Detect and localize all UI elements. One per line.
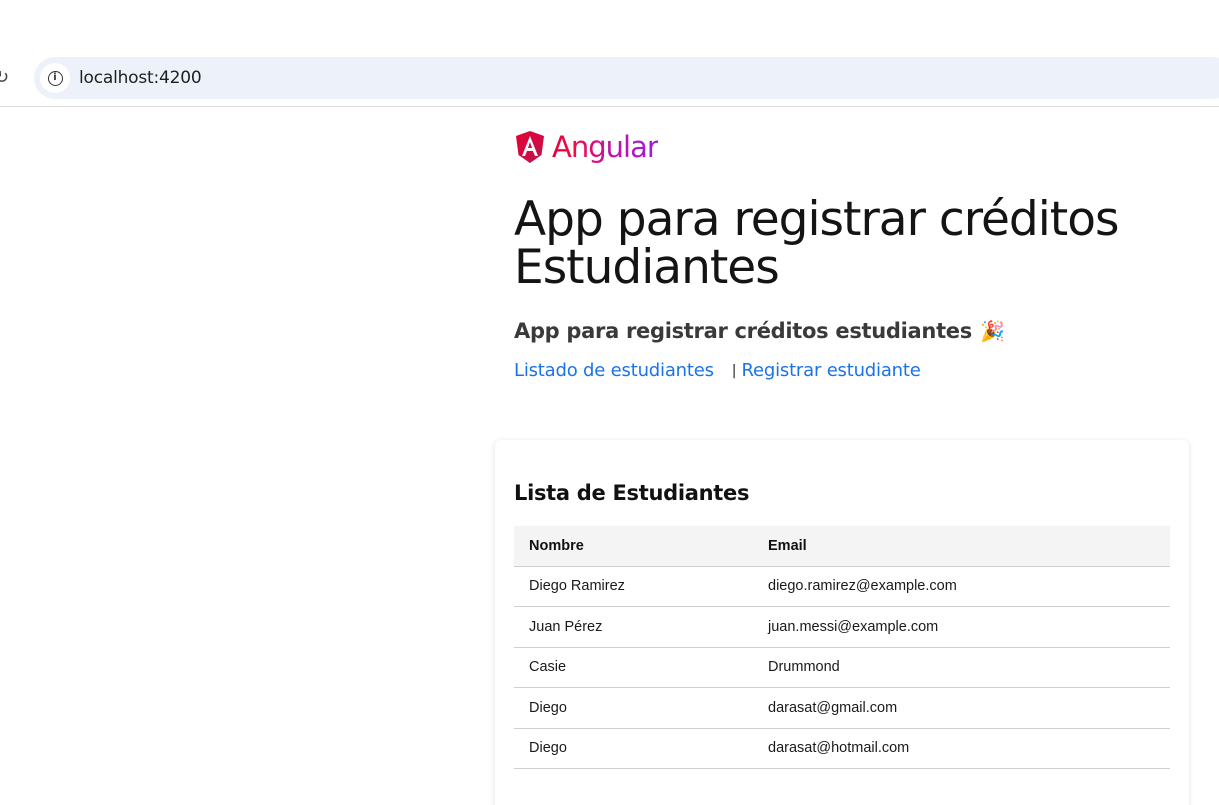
subtitle-text: App para registrar créditos estudiantes — [514, 319, 972, 343]
table-row: Diego darasat@gmail.com — [514, 687, 1170, 729]
column-header-email: Email — [753, 526, 1170, 567]
page-title: App para registrar créditos Estudiantes — [514, 196, 1204, 292]
students-table: Nombre Email Diego Ramirez diego.ramirez… — [514, 526, 1170, 769]
student-email-cell: diego.ramirez@example.com — [753, 566, 1170, 607]
nav-link-register-student[interactable]: Registrar estudiante — [742, 360, 921, 381]
page-title-line2: Estudiantes — [514, 240, 780, 295]
reload-icon[interactable]: ↻ — [0, 66, 12, 90]
site-info-button[interactable]: i — [40, 63, 70, 93]
angular-shield-icon — [516, 131, 544, 163]
student-name-cell: Diego Ramirez — [514, 566, 753, 607]
browser-toolbar: ↻ i localhost:4200 — [0, 0, 1219, 107]
student-name-cell: Juan Pérez — [514, 606, 753, 648]
main-nav: Listado de estudiantes | Registrar estud… — [514, 360, 1204, 381]
info-icon: i — [47, 70, 63, 86]
url-text[interactable]: localhost:4200 — [79, 68, 202, 88]
nav-link-student-list[interactable]: Listado de estudiantes — [514, 360, 714, 381]
angular-logo: Angular — [514, 128, 1204, 166]
student-email-cell: darasat@gmail.com — [753, 687, 1170, 729]
student-name-cell: Diego — [514, 728, 753, 769]
table-header-row: Nombre Email — [514, 526, 1170, 567]
students-card: Lista de Estudiantes Nombre Email Diego … — [495, 440, 1189, 805]
browser-viewport: ↻ i localhost:4200 Angular App para regi… — [0, 0, 1219, 805]
page-title-line1: App para registrar créditos — [514, 192, 1119, 247]
party-popper-icon: 🎉 — [979, 319, 1005, 343]
student-email-cell: juan.messi@example.com — [753, 606, 1170, 648]
address-bar[interactable]: i localhost:4200 — [34, 57, 1219, 99]
student-name-cell: Casie — [514, 647, 753, 688]
student-email-cell: darasat@hotmail.com — [753, 728, 1170, 769]
table-row: Juan Pérez juan.messi@example.com — [514, 606, 1170, 648]
student-email-cell: Drummond — [753, 647, 1170, 688]
nav-separator: | — [731, 362, 737, 379]
table-row: Casie Drummond — [514, 647, 1170, 688]
page-subtitle: App para registrar créditos estudiantes … — [514, 319, 1204, 343]
table-row: Diego darasat@hotmail.com — [514, 728, 1170, 769]
student-name-cell: Diego — [514, 687, 753, 729]
students-card-title: Lista de Estudiantes — [514, 481, 750, 505]
table-row: Diego Ramirez diego.ramirez@example.com — [514, 566, 1170, 607]
page-content: Angular App para registrar créditos Estu… — [514, 128, 1204, 381]
angular-wordmark: Angular — [552, 130, 659, 164]
column-header-name: Nombre — [514, 526, 753, 567]
